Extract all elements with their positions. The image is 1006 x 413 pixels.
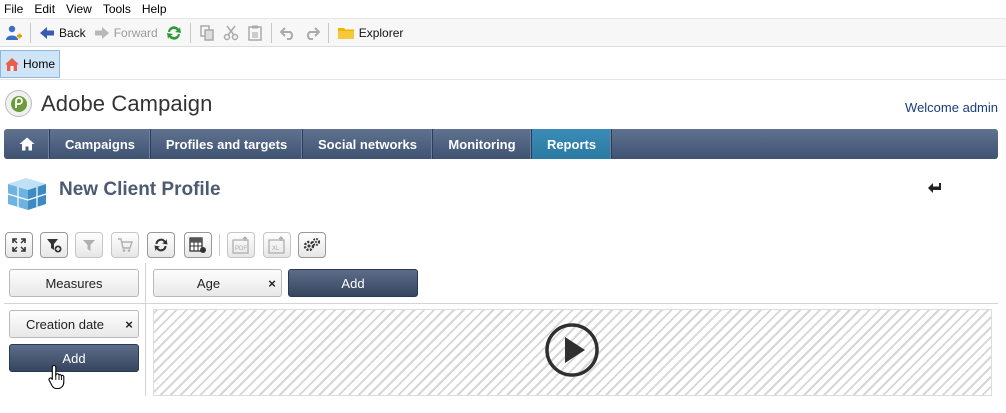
cart-icon <box>118 238 133 252</box>
column-dimension-label: Age <box>196 275 221 291</box>
home-icon <box>19 137 34 151</box>
expand-button[interactable] <box>5 232 33 258</box>
add-filter-button[interactable] <box>40 232 68 258</box>
adobe-campaign-logo <box>5 90 32 117</box>
nav-monitoring[interactable]: Monitoring <box>433 129 532 159</box>
paste-icon[interactable] <box>243 22 267 44</box>
column-dimension-chip[interactable]: Age × <box>153 269 282 297</box>
measures-label: Measures <box>45 275 103 291</box>
main-nav: Campaigns Profiles and targets Social ne… <box>4 129 998 159</box>
export-excel-button[interactable]: XL <box>263 232 291 258</box>
user-add-icon[interactable] <box>2 22 26 44</box>
tab-home[interactable]: Home <box>0 50 60 78</box>
add-column-button[interactable]: Add <box>288 269 418 297</box>
welcome-link[interactable]: Welcome admin <box>905 100 998 115</box>
add-row-button[interactable]: Add <box>9 344 139 372</box>
row-dimension-chip[interactable]: Creation date × <box>9 310 139 338</box>
row-dimension-label: Creation date <box>25 316 105 332</box>
hand-cursor-icon <box>48 364 65 390</box>
pdf-export-icon: PDF <box>232 236 249 254</box>
menu-view[interactable]: View <box>61 2 98 16</box>
refresh-icon <box>154 238 168 252</box>
cart-button[interactable] <box>111 232 139 258</box>
pivot-divider-vertical <box>145 263 146 396</box>
filter-icon <box>83 240 95 251</box>
menu-file[interactable]: File <box>0 2 29 16</box>
main-toolbar: Back Forward Explorer <box>0 19 1006 47</box>
gears-icon <box>303 238 320 252</box>
nav-campaigns[interactable]: Campaigns <box>50 129 151 159</box>
redo-icon[interactable] <box>300 22 324 44</box>
home-icon <box>5 57 19 71</box>
explorer-label: Explorer <box>358 25 404 40</box>
menu-bar: File Edit View Tools Help <box>0 0 1006 19</box>
svg-text:PDF: PDF <box>235 246 247 252</box>
cut-icon[interactable] <box>219 22 243 44</box>
forward-arrow-icon <box>94 26 109 39</box>
play-icon[interactable] <box>544 322 600 378</box>
toolbar-separator <box>219 234 220 256</box>
toolbar-separator <box>270 22 272 43</box>
toolbar-separator <box>327 22 329 43</box>
cube-report-icon <box>7 178 47 210</box>
settings-button[interactable] <box>298 232 326 258</box>
remove-icon[interactable]: × <box>263 276 281 291</box>
page-title: New Client Profile <box>59 179 221 200</box>
table-settings-button[interactable] <box>184 232 212 258</box>
toolbar-separator <box>189 22 191 43</box>
refresh-button[interactable] <box>147 232 175 258</box>
tab-strip: Home <box>0 48 1006 80</box>
excel-export-icon: XL <box>268 236 285 254</box>
measures-button[interactable]: Measures <box>9 269 139 297</box>
forward-label: Forward <box>113 25 158 40</box>
export-pdf-button[interactable]: PDF <box>227 232 255 258</box>
forward-button[interactable]: Forward <box>90 22 162 44</box>
toolbar-separator <box>30 22 31 43</box>
brand-name: Adobe Campaign <box>41 90 213 116</box>
add-column-label: Add <box>341 275 365 291</box>
tab-home-label: Home <box>23 57 56 71</box>
back-label: Back <box>59 25 86 40</box>
back-arrow-icon <box>40 26 54 39</box>
explorer-button[interactable]: Explorer <box>333 22 408 44</box>
menu-tools[interactable]: Tools <box>98 2 137 16</box>
pivot-divider-horizontal <box>4 303 998 304</box>
nav-profiles-and-targets[interactable]: Profiles and targets <box>151 129 303 159</box>
menu-edit[interactable]: Edit <box>29 2 61 16</box>
table-settings-icon <box>189 237 206 253</box>
svg-text:XL: XL <box>272 246 280 252</box>
expand-icon <box>12 238 26 252</box>
nav-social-networks[interactable]: Social networks <box>303 129 433 159</box>
copy-icon[interactable] <box>195 22 219 44</box>
back-button[interactable]: Back <box>35 22 90 44</box>
nav-reports[interactable]: Reports <box>532 129 612 159</box>
refresh-icon[interactable] <box>162 22 186 44</box>
nav-home[interactable] <box>4 129 50 159</box>
filter-button[interactable] <box>75 232 103 258</box>
brand: Adobe Campaign <box>5 90 212 117</box>
filter-add-icon <box>47 239 62 253</box>
menu-help[interactable]: Help <box>137 2 173 16</box>
remove-icon[interactable]: × <box>120 317 138 332</box>
undo-icon[interactable] <box>276 22 300 44</box>
folder-icon <box>337 27 354 39</box>
return-arrow-icon[interactable] <box>927 181 943 195</box>
